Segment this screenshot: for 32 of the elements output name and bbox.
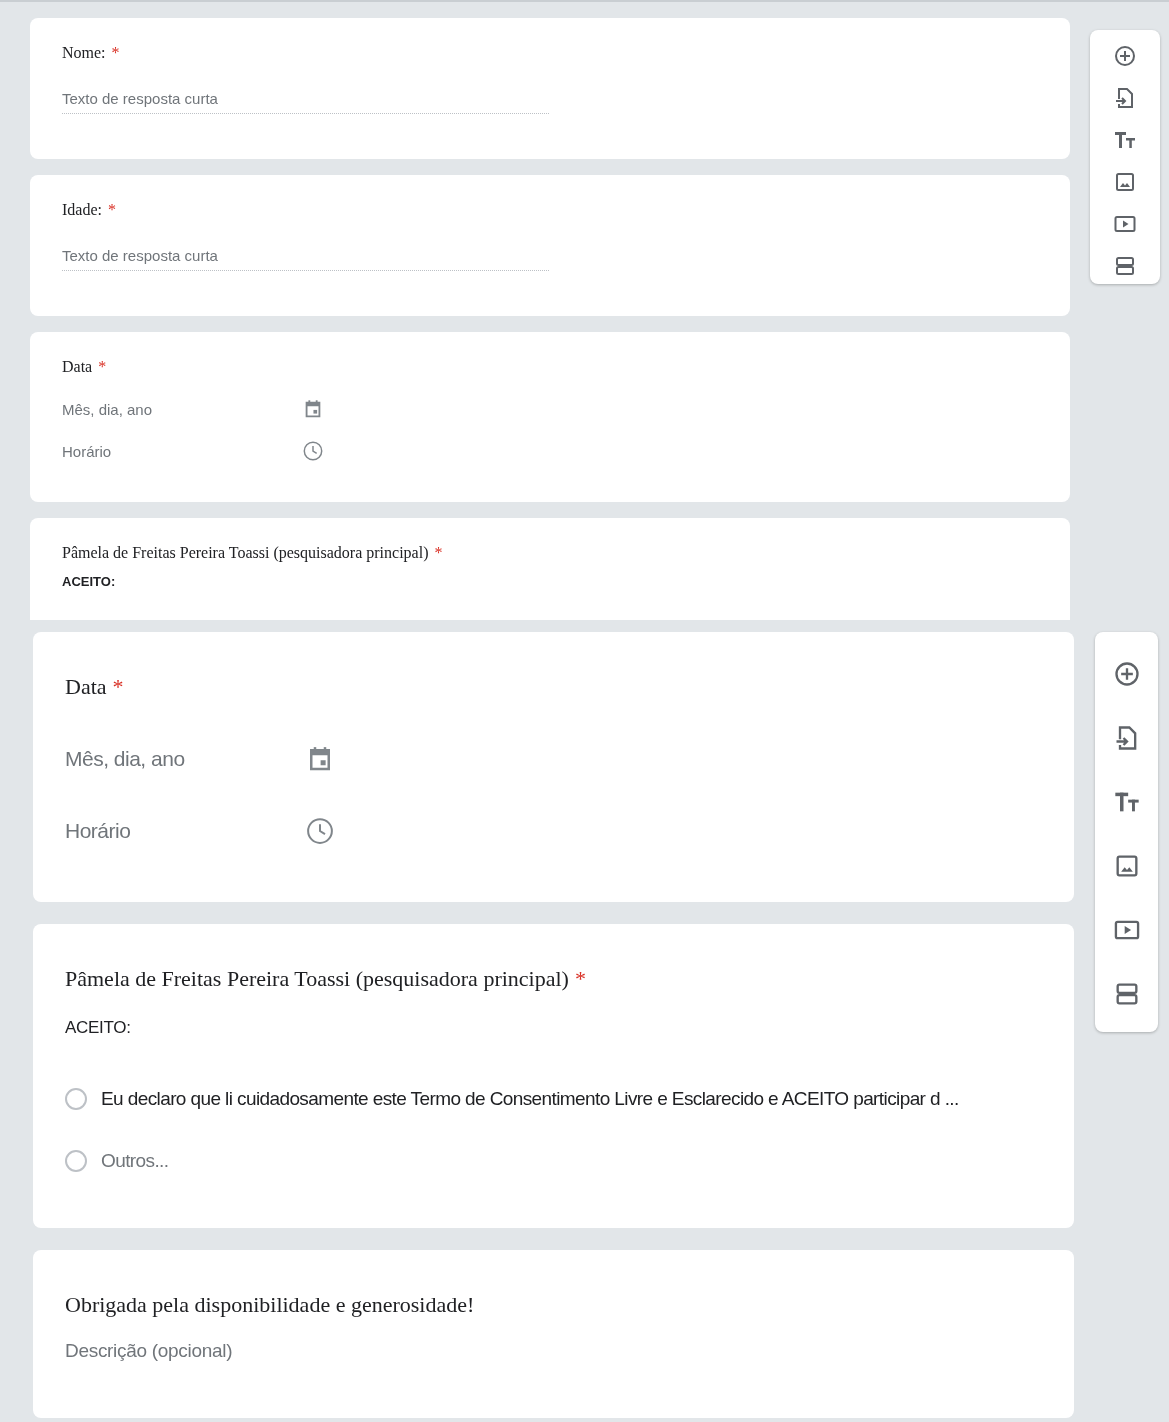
short-answer-field[interactable]: Texto de resposta curta	[62, 90, 549, 114]
required-asterisk: *	[108, 201, 116, 219]
add-circle-icon[interactable]	[1113, 44, 1137, 68]
short-answer-field[interactable]: Texto de resposta curta	[62, 247, 549, 271]
required-asterisk: *	[98, 358, 107, 376]
question-title: Pâmela de Freitas Pereira Toassi (pesquisadora principal)	[65, 966, 569, 992]
option-label: Eu declaro que li cuidadosamente este Termo de Consentimento Livre e Esclarecido e ACEITO participar d ...	[101, 1088, 959, 1110]
question-title: Idade:	[62, 201, 102, 219]
time-field[interactable]: Horário	[62, 442, 302, 460]
required-asterisk: *	[112, 674, 124, 700]
description-field[interactable]: Descrição (opcional)	[65, 1340, 1042, 1362]
question-description: ACEITO:	[62, 574, 117, 589]
question-title: Obrigada pela disponibilidade e generosidade!	[65, 1292, 475, 1318]
required-asterisk: *	[434, 544, 443, 562]
date-field[interactable]: Mês, dia, ano	[65, 747, 305, 771]
section-icon[interactable]	[1113, 254, 1137, 278]
add-circle-icon[interactable]	[1112, 660, 1141, 688]
question-title: Data	[65, 674, 107, 700]
question-title: Nome:	[62, 44, 106, 62]
required-asterisk: *	[574, 966, 586, 992]
image-icon[interactable]	[1113, 170, 1137, 194]
question-title: Data	[62, 358, 93, 376]
radio-button[interactable]	[65, 1088, 87, 1110]
required-asterisk: *	[111, 44, 120, 62]
date-field[interactable]: Mês, dia, ano	[62, 400, 302, 418]
question-description: ACEITO:	[65, 1018, 132, 1038]
clock-icon	[305, 816, 335, 846]
question-title: Pâmela de Freitas Pereira Toassi (pesquisadora principal)	[62, 544, 429, 562]
option-label: Outros...	[101, 1150, 169, 1172]
clock-icon	[302, 440, 324, 462]
time-field[interactable]: Horário	[65, 819, 305, 843]
radio-button[interactable]	[65, 1150, 87, 1172]
